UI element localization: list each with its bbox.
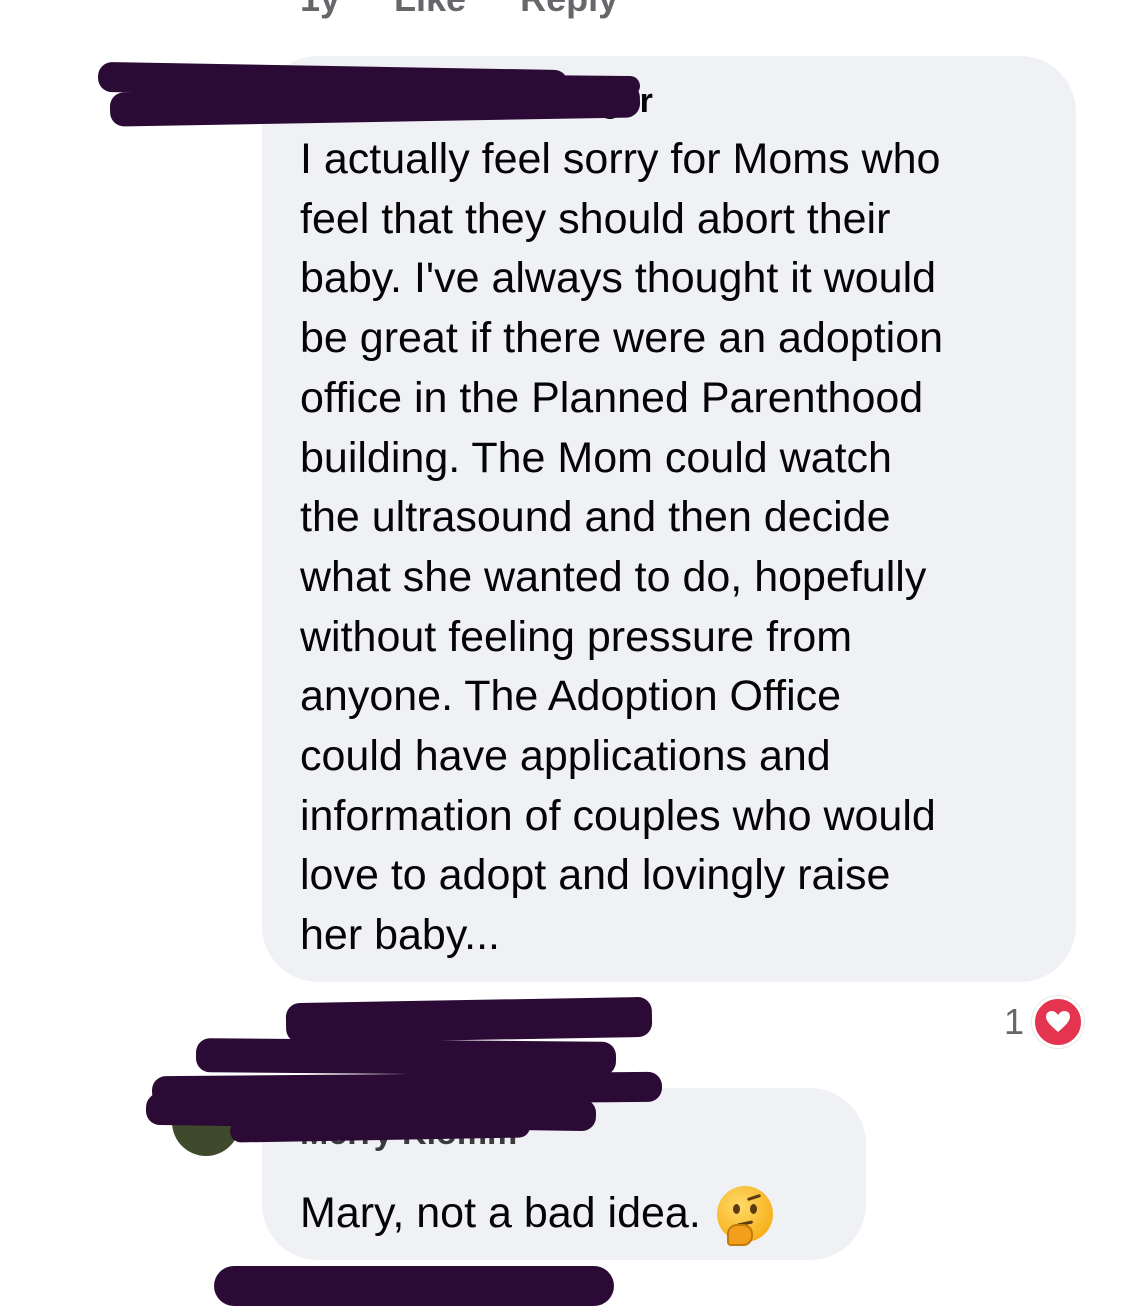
redaction-mark: [169, 71, 641, 97]
reaction-summary[interactable]: 1: [1004, 996, 1085, 1048]
comment-text: I actually feel sorry for Moms who feel …: [300, 135, 944, 960]
comment-text: Mary, not a bad idea.: [300, 1189, 701, 1237]
comment-time: 1y: [300, 0, 340, 20]
thinking-face-emoji: [716, 1185, 773, 1246]
like-link[interactable]: Like: [394, 0, 466, 20]
reply-link[interactable]: Reply: [520, 0, 618, 20]
comment-bubble: ger I actually feel sorry for Moms who f…: [262, 56, 1076, 982]
redaction-mark: [214, 1266, 614, 1306]
heart-icon: [1032, 996, 1085, 1048]
comment-text-row: Mary, not a bad idea.: [300, 1184, 836, 1246]
redaction-mark: [285, 996, 653, 1044]
comment-actions-row: 1y Like Reply: [300, 0, 618, 20]
redaction-mark: [195, 1038, 617, 1076]
reaction-count: 1: [1004, 1001, 1025, 1042]
